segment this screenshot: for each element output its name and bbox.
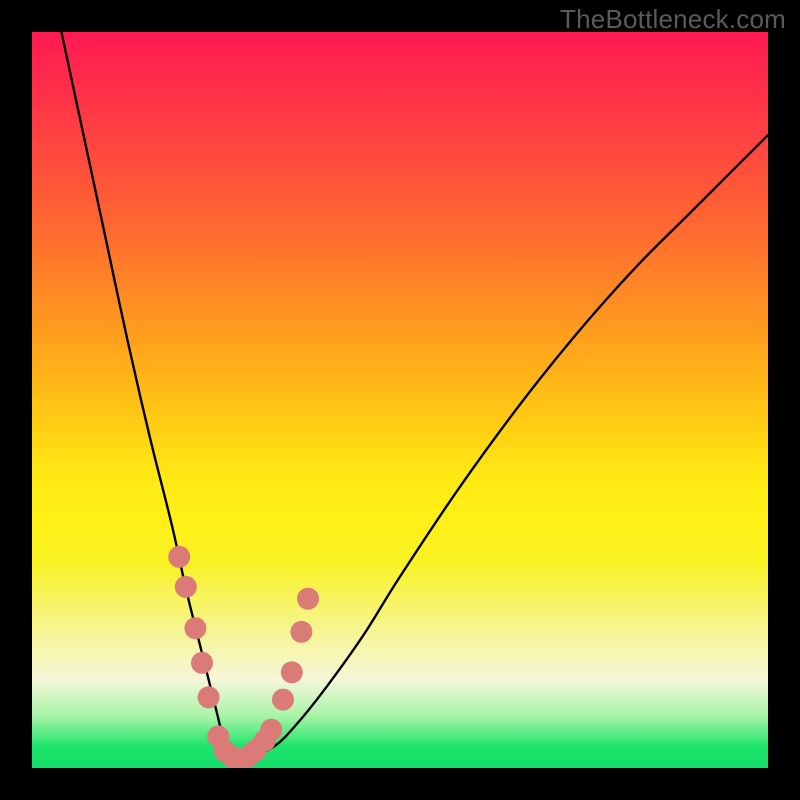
plot-area bbox=[32, 32, 768, 768]
data-point-dot bbox=[191, 652, 213, 674]
data-point-dot bbox=[272, 689, 294, 711]
data-point-dot bbox=[281, 661, 303, 683]
data-point-dot bbox=[184, 617, 206, 639]
bottleneck-curve bbox=[61, 32, 768, 759]
curve-layer bbox=[61, 32, 768, 759]
data-point-dot bbox=[260, 719, 282, 741]
data-point-dot bbox=[297, 588, 319, 610]
data-point-dot bbox=[168, 546, 190, 568]
data-point-dot bbox=[232, 748, 252, 768]
chart-svg bbox=[32, 32, 768, 768]
dots-layer bbox=[168, 546, 319, 768]
chart-frame: TheBottleneck.com bbox=[0, 0, 800, 800]
data-point-dot bbox=[290, 621, 312, 643]
data-point-dot bbox=[175, 576, 197, 598]
watermark-text: TheBottleneck.com bbox=[560, 4, 786, 35]
data-point-dot bbox=[198, 686, 220, 708]
